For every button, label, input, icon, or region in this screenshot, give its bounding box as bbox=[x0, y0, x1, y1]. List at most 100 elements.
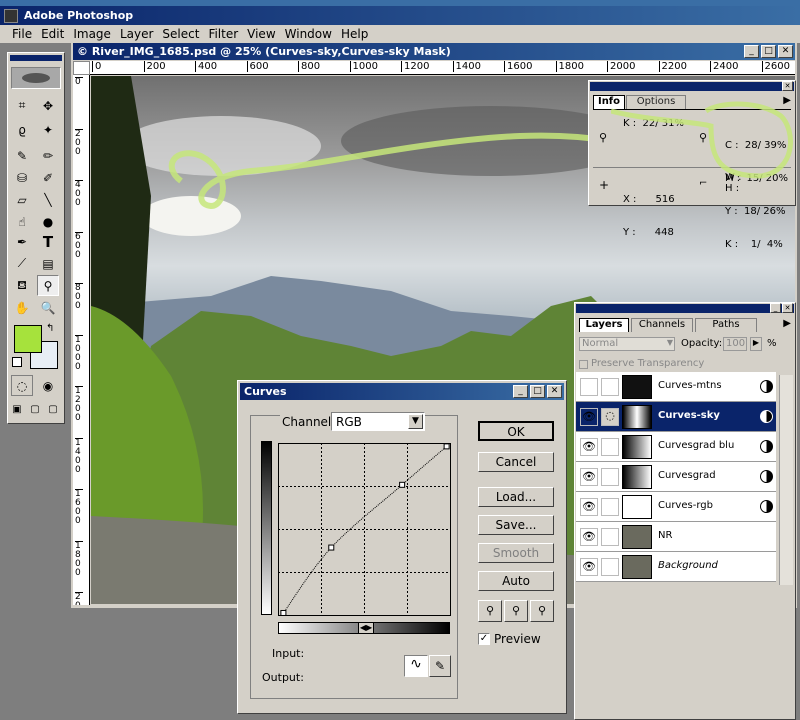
visibility-eye-icon[interactable]: 👁 bbox=[580, 408, 598, 426]
cancel-button[interactable]: Cancel bbox=[478, 452, 554, 472]
screen-mode-3-icon[interactable]: ▢ bbox=[45, 399, 61, 420]
curve-control-point[interactable] bbox=[443, 443, 450, 450]
curve-control-point[interactable] bbox=[280, 609, 287, 616]
stamp-tool-icon[interactable]: ⛁ bbox=[11, 167, 33, 188]
layer-row[interactable]: 👁 Background bbox=[576, 552, 776, 582]
close-icon[interactable]: ✕ bbox=[778, 45, 793, 58]
pencil-tool-icon[interactable]: ✏ bbox=[37, 145, 59, 166]
menu-item-image[interactable]: Image bbox=[73, 27, 111, 41]
black-eyedropper-icon[interactable]: ⚲ bbox=[478, 600, 502, 622]
visibility-eye-icon[interactable]: 👁 bbox=[580, 468, 598, 486]
menu-item-edit[interactable]: Edit bbox=[41, 27, 64, 41]
screen-mode-1-icon[interactable]: ▣ bbox=[9, 399, 25, 420]
ruler-origin[interactable] bbox=[73, 61, 90, 75]
quick-mask-icon[interactable]: ◉ bbox=[37, 375, 59, 396]
line-tool-icon[interactable]: ╲ bbox=[37, 189, 59, 210]
burn-tool-icon[interactable]: ● bbox=[37, 211, 59, 232]
palette-minimize-icon[interactable]: _ bbox=[770, 303, 781, 313]
eyedropper-tool-icon[interactable]: ⚲ bbox=[37, 275, 59, 296]
tab-channels[interactable]: Channels bbox=[631, 318, 693, 332]
layer-row[interactable]: 👁 ◌ Curves-sky bbox=[576, 402, 776, 432]
layer-row[interactable]: 👁 NR bbox=[576, 522, 776, 552]
type-tool-icon[interactable]: T bbox=[37, 231, 59, 252]
layer-row[interactable]: 👁 Curves-rgb bbox=[576, 492, 776, 522]
channel-select[interactable]: RGB ▼ bbox=[331, 412, 425, 431]
pencil-draw-icon[interactable]: ✎ bbox=[429, 655, 451, 677]
opacity-field[interactable]: 100 bbox=[723, 337, 747, 351]
default-colors-icon[interactable] bbox=[12, 357, 22, 367]
paint-bucket-icon[interactable]: ⛾ bbox=[11, 275, 33, 296]
palette-close-icon[interactable]: ✕ bbox=[782, 81, 793, 91]
maximize-icon[interactable]: □ bbox=[530, 385, 545, 398]
menu-item-select[interactable]: Select bbox=[162, 27, 199, 41]
preview-checkbox[interactable]: ✓ bbox=[478, 633, 490, 645]
visibility-eye-icon[interactable] bbox=[580, 378, 598, 396]
load-button[interactable]: Load... bbox=[478, 487, 554, 507]
gray-eyedropper-icon[interactable]: ⚲ bbox=[504, 600, 528, 622]
ok-button[interactable]: OK bbox=[478, 421, 554, 441]
opacity-slider-arrow[interactable]: ▶ bbox=[750, 337, 762, 351]
menu-item-help[interactable]: Help bbox=[341, 27, 368, 41]
layer-row[interactable]: 👁 Curvesgrad blu bbox=[576, 432, 776, 462]
maximize-icon[interactable]: □ bbox=[761, 45, 776, 58]
menu-item-layer[interactable]: Layer bbox=[120, 27, 153, 41]
palette-close-icon[interactable]: ✕ bbox=[782, 303, 793, 313]
layer-link-icon[interactable] bbox=[601, 468, 619, 486]
layer-link-icon[interactable]: ◌ bbox=[601, 408, 619, 426]
layer-link-icon[interactable] bbox=[601, 438, 619, 456]
pen-tool-icon[interactable]: ✒ bbox=[11, 231, 33, 252]
layers-menu-icon[interactable]: ▶ bbox=[783, 318, 791, 329]
foreground-color-swatch[interactable] bbox=[14, 325, 42, 353]
save-button[interactable]: Save... bbox=[478, 515, 554, 535]
gradient-flip-icon[interactable]: ◀▶ bbox=[358, 622, 374, 634]
lasso-tool-icon[interactable]: ϱ bbox=[11, 119, 33, 140]
brush-tool-icon[interactable]: ✎ bbox=[11, 145, 33, 166]
eraser-tool-icon[interactable]: ▱ bbox=[11, 189, 33, 210]
minimize-icon[interactable]: _ bbox=[744, 45, 759, 58]
menu-item-filter[interactable]: Filter bbox=[208, 27, 238, 41]
move-tool-icon[interactable]: ✥ bbox=[37, 95, 59, 116]
layers-scrollbar[interactable] bbox=[779, 375, 793, 585]
ruler-tick-label: 1800 bbox=[555, 61, 584, 72]
magic-wand-icon[interactable]: ✦ bbox=[37, 119, 59, 140]
screen-mode-2-icon[interactable]: ▢ bbox=[27, 399, 43, 420]
measure-tool-icon[interactable]: ⟋ bbox=[11, 253, 33, 274]
tab-layers[interactable]: Layers bbox=[579, 318, 629, 332]
menu-item-file[interactable]: File bbox=[12, 27, 32, 41]
layer-link-icon[interactable] bbox=[601, 528, 619, 546]
curve-tool-icon[interactable]: ∿ bbox=[404, 655, 428, 677]
layer-link-icon[interactable] bbox=[601, 498, 619, 516]
smudge-tool-icon[interactable]: ☝ bbox=[11, 211, 33, 232]
preserve-transparency-checkbox[interactable] bbox=[579, 360, 588, 369]
hand-tool-icon[interactable]: ✋ bbox=[11, 297, 33, 318]
smooth-button[interactable]: Smooth bbox=[478, 543, 554, 563]
swap-colors-icon[interactable]: ↰ bbox=[46, 323, 54, 334]
layer-row[interactable]: Curves-mtns bbox=[576, 372, 776, 402]
chevron-down-icon[interactable]: ▼ bbox=[408, 414, 423, 429]
layer-link-icon[interactable] bbox=[601, 558, 619, 576]
vertical-ruler: 0 200 400 600 800 1000 1200 1400 1600 1800 2000 bbox=[73, 75, 90, 605]
layer-link-icon[interactable] bbox=[601, 378, 619, 396]
minimize-icon[interactable]: _ bbox=[513, 385, 528, 398]
history-brush-icon[interactable]: ✐ bbox=[37, 167, 59, 188]
visibility-eye-icon[interactable]: 👁 bbox=[580, 438, 598, 456]
curve-control-point[interactable] bbox=[399, 481, 406, 488]
close-icon[interactable]: ✕ bbox=[547, 385, 562, 398]
gradient-tool-icon[interactable]: ▤ bbox=[37, 253, 59, 274]
zoom-tool-icon[interactable]: 🔍 bbox=[37, 297, 59, 318]
menu-item-window[interactable]: Window bbox=[285, 27, 332, 41]
blend-mode-select[interactable]: Normal ▼ bbox=[579, 337, 675, 351]
standard-mode-icon[interactable]: ◌ bbox=[11, 375, 33, 396]
curve-control-point[interactable] bbox=[328, 544, 335, 551]
tab-paths[interactable]: Paths bbox=[695, 318, 757, 332]
visibility-eye-icon[interactable]: 👁 bbox=[580, 528, 598, 546]
visibility-eye-icon[interactable]: 👁 bbox=[580, 498, 598, 516]
title-strip bbox=[0, 0, 800, 6]
curve-graph[interactable] bbox=[278, 443, 452, 617]
white-eyedropper-icon[interactable]: ⚲ bbox=[530, 600, 554, 622]
auto-button[interactable]: Auto bbox=[478, 571, 554, 591]
layer-row[interactable]: 👁 Curvesgrad bbox=[576, 462, 776, 492]
crop-tool-icon[interactable]: ⌗ bbox=[11, 95, 33, 116]
menu-item-view[interactable]: View bbox=[247, 27, 275, 41]
visibility-eye-icon[interactable]: 👁 bbox=[580, 558, 598, 576]
